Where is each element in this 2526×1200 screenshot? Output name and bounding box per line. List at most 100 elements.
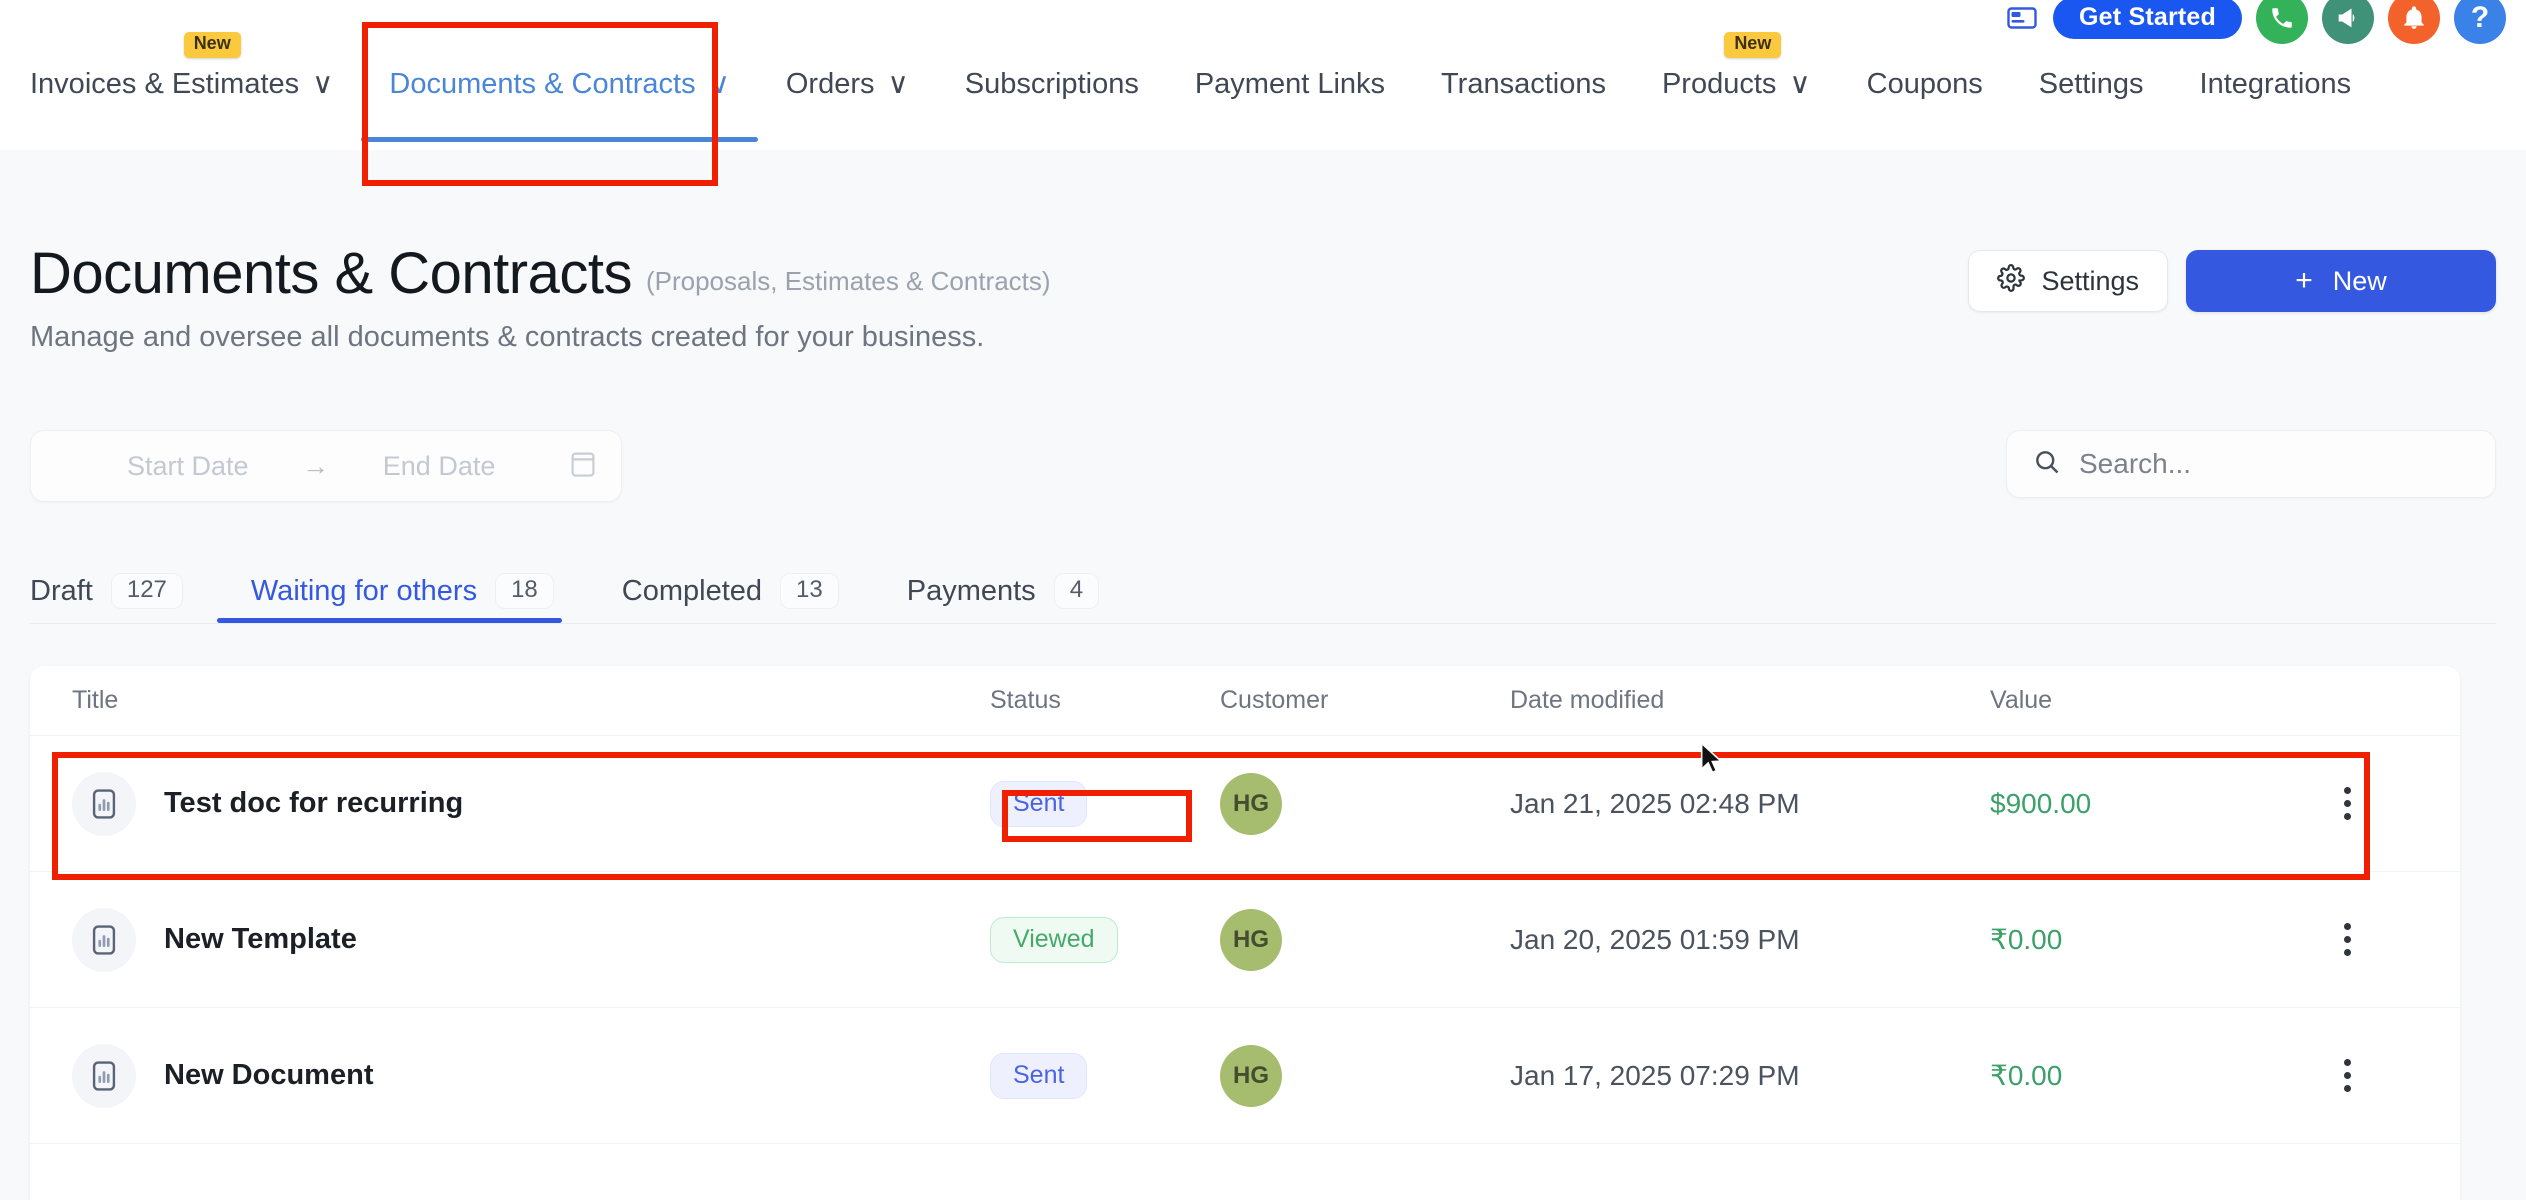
nav-badge-new: New [184, 32, 241, 58]
nav-label: Coupons [1867, 62, 1983, 106]
main-navbar: Get Started ? New Invoices & Es [0, 0, 2526, 150]
settings-button[interactable]: Settings [1968, 250, 2168, 312]
nav-item-transactions[interactable]: Transactions [1413, 62, 1634, 106]
search-input[interactable]: Search... [2079, 448, 2191, 480]
cell-actions [2310, 779, 2460, 828]
column-header-value: Value [1990, 686, 2310, 715]
nav-label: Payment Links [1195, 62, 1385, 106]
avatar: HG [1220, 1045, 1282, 1107]
chevron-down-icon: ∨ [1789, 62, 1810, 106]
bell-icon[interactable] [2388, 0, 2440, 44]
cell-date-modified: Jan 21, 2025 02:48 PM [1510, 788, 1990, 820]
nav-item-coupons[interactable]: Coupons [1839, 62, 2011, 106]
get-started-button[interactable]: Get Started [2053, 0, 2242, 39]
table-row-partial [30, 1144, 2460, 1200]
page-description: Manage and oversee all documents & contr… [30, 321, 1051, 354]
tab-draft[interactable]: Draft 127 [30, 573, 217, 623]
cell-status: Viewed [990, 917, 1220, 963]
tab-label: Completed [622, 575, 762, 608]
end-date-input[interactable]: End Date [383, 451, 496, 482]
header-actions: Settings + New [1968, 250, 2496, 312]
nav-item-orders[interactable]: Orders ∨ [758, 62, 937, 106]
documents-table: Title Status Customer Date modified Valu… [30, 666, 2460, 1200]
tab-waiting-for-others[interactable]: Waiting for others 18 [217, 573, 588, 623]
row-title: New Document [164, 1059, 373, 1092]
cell-customer: HG [1220, 909, 1510, 971]
page-root: Get Started ? New Invoices & Es [0, 0, 2526, 1200]
cell-actions [2310, 1051, 2460, 1100]
page-title-subtitle: (Proposals, Estimates & Contracts) [646, 266, 1051, 303]
tab-completed[interactable]: Completed 13 [588, 573, 873, 623]
row-menu-icon[interactable] [2328, 779, 2367, 828]
chevron-down-icon: ∨ [888, 62, 909, 106]
tab-label: Payments [907, 575, 1036, 608]
gear-icon [1997, 264, 2025, 299]
status-badge: Viewed [990, 917, 1118, 963]
document-chart-icon [72, 908, 136, 972]
credit-card-icon[interactable] [2005, 1, 2039, 35]
cell-value: ₹0.00 [1990, 923, 2310, 956]
tab-payments[interactable]: Payments 4 [873, 573, 1133, 623]
phone-icon[interactable] [2256, 0, 2308, 44]
megaphone-icon[interactable] [2322, 0, 2374, 44]
tab-label: Draft [30, 575, 93, 608]
cell-title: New Document [30, 1044, 990, 1108]
nav-badge-new: New [1724, 32, 1781, 58]
table-row[interactable]: New Template Viewed HG Jan 20, 2025 01:5… [30, 872, 2460, 1008]
cell-status: Sent [990, 781, 1220, 827]
status-badge: Sent [990, 1053, 1087, 1099]
nav-label: Orders [786, 62, 875, 106]
nav-item-subscriptions[interactable]: Subscriptions [937, 62, 1167, 106]
row-title: Test doc for recurring [164, 787, 463, 820]
search-box[interactable]: Search... [2006, 430, 2496, 498]
cell-date-modified: Jan 17, 2025 07:29 PM [1510, 1060, 1990, 1092]
nav-item-integrations[interactable]: Integrations [2172, 62, 2380, 106]
nav-active-underline [361, 137, 757, 142]
date-range-filter[interactable]: Start Date → End Date [30, 430, 622, 502]
nav-label: Settings [2039, 62, 2144, 106]
tab-label: Waiting for others [251, 575, 477, 608]
plus-icon: + [2295, 264, 2313, 298]
avatar: HG [1220, 909, 1282, 971]
table-row[interactable]: New Document Sent HG Jan 17, 2025 07:29 … [30, 1008, 2460, 1144]
nav-label: Documents & Contracts [389, 62, 695, 106]
nav-label: Subscriptions [965, 62, 1139, 106]
nav-item-settings[interactable]: Settings [2011, 62, 2172, 106]
cell-date-modified: Jan 20, 2025 01:59 PM [1510, 924, 1990, 956]
column-header-customer: Customer [1220, 686, 1510, 715]
table-header-row: Title Status Customer Date modified Valu… [30, 666, 2460, 736]
row-menu-icon[interactable] [2328, 915, 2367, 964]
status-badge: Sent [990, 781, 1087, 827]
nav-label: Integrations [2200, 62, 2352, 106]
nav-item-invoices-estimates[interactable]: New Invoices & Estimates ∨ [30, 62, 361, 106]
nav-items: New Invoices & Estimates ∨ Documents & C… [30, 62, 2379, 106]
chevron-down-icon: ∨ [312, 62, 333, 106]
document-chart-icon [72, 1044, 136, 1108]
tab-count: 13 [780, 573, 839, 609]
table-row[interactable]: Test doc for recurring Sent HG Jan 21, 2… [30, 736, 2460, 872]
nav-label: Invoices & Estimates [30, 62, 299, 106]
page-title: Documents & Contracts [30, 245, 632, 303]
cell-title: New Template [30, 908, 990, 972]
new-button[interactable]: + New [2186, 250, 2496, 312]
date-range-arrow-icon: → [302, 451, 329, 482]
top-utility-strip: Get Started ? [2005, 0, 2506, 40]
status-tabs: Draft 127 Waiting for others 18 Complete… [30, 558, 2496, 624]
cell-value: ₹0.00 [1990, 1059, 2310, 1092]
nav-label: Transactions [1441, 62, 1606, 106]
column-header-title: Title [30, 686, 990, 715]
start-date-input[interactable]: Start Date [127, 451, 249, 482]
column-header-date-modified: Date modified [1510, 686, 1990, 715]
cell-customer: HG [1220, 1045, 1510, 1107]
calendar-icon[interactable] [569, 449, 597, 484]
cell-actions [2310, 915, 2460, 964]
page-title-line: Documents & Contracts (Proposals, Estima… [30, 245, 1051, 303]
nav-item-payment-links[interactable]: Payment Links [1167, 62, 1413, 106]
nav-item-products[interactable]: New Products ∨ [1634, 62, 1839, 106]
document-chart-icon [72, 772, 136, 836]
help-icon[interactable]: ? [2454, 0, 2506, 44]
search-icon [2033, 448, 2061, 481]
nav-item-documents-contracts[interactable]: Documents & Contracts ∨ [361, 62, 757, 106]
tab-count: 4 [1054, 573, 1099, 609]
row-menu-icon[interactable] [2328, 1051, 2367, 1100]
